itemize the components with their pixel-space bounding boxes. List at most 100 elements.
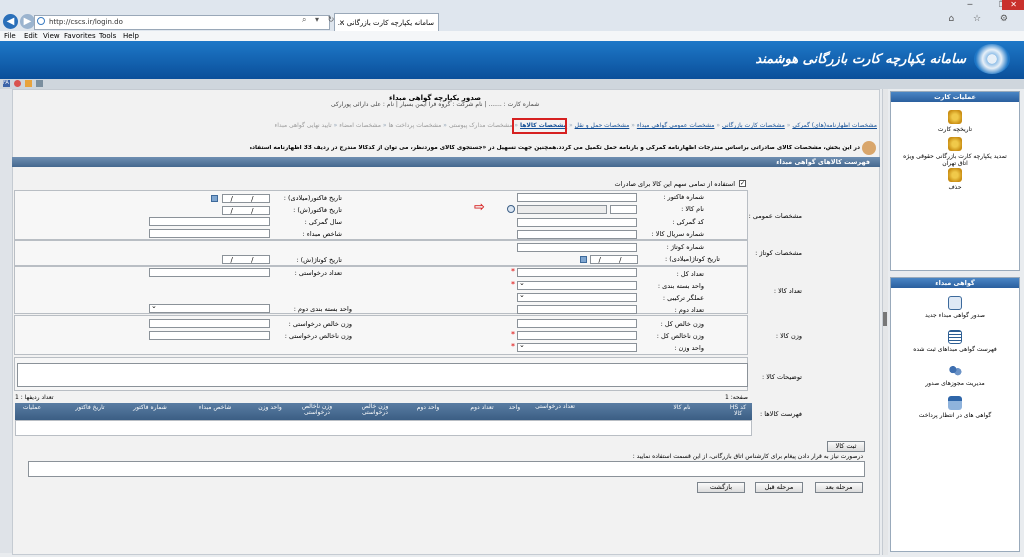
cotage-date-g-input[interactable]: / / bbox=[590, 255, 638, 264]
message-textarea[interactable] bbox=[28, 461, 865, 477]
composite-select[interactable] bbox=[517, 291, 637, 302]
menu-edit[interactable]: Edit bbox=[24, 32, 38, 40]
goods-code-input[interactable] bbox=[610, 205, 637, 214]
second-pack-unit-select[interactable] bbox=[149, 302, 270, 313]
invoice-no-input[interactable] bbox=[517, 193, 637, 202]
cotage-date-g-label: تاریخ کوتاژ(میلادی) : bbox=[664, 255, 720, 263]
required-mark: * bbox=[511, 280, 515, 289]
step-customs-declaration[interactable]: مشخصات اظهارنامه(های) گمرکی bbox=[792, 122, 877, 129]
invoice-date-s-input[interactable]: / / bbox=[222, 206, 270, 215]
sidebar-item-label: تمدید یکپارچه کارت بازرگانی حقوقی ویژه ا… bbox=[903, 153, 1007, 167]
description-textarea[interactable] bbox=[17, 363, 748, 387]
cotage-no-input[interactable] bbox=[517, 243, 637, 252]
col-gross-requested: وزن خالص درخواستی bbox=[361, 403, 389, 416]
gross-weight-label: وزن خالص کل : bbox=[660, 320, 704, 328]
goods-name-label: نام کالا : bbox=[681, 205, 704, 213]
list-icon bbox=[948, 330, 962, 344]
customs-code-input[interactable] bbox=[517, 218, 637, 227]
col-net-requested: وزن ناخالص درخواستی bbox=[301, 403, 333, 416]
gross-requested-input[interactable] bbox=[149, 319, 270, 328]
net-weight-input[interactable] bbox=[517, 331, 637, 340]
users-icon bbox=[948, 364, 962, 378]
cotage-date-s-input[interactable]: / / bbox=[222, 255, 270, 264]
net-requested-label: وزن ناخالص درخواستی : bbox=[284, 332, 352, 340]
customs-year-input[interactable] bbox=[149, 217, 270, 226]
origin-index-input[interactable] bbox=[149, 229, 270, 238]
prev-step-button[interactable]: مرحله قبل bbox=[755, 482, 803, 493]
invoice-date-g-input[interactable]: / / bbox=[222, 194, 270, 203]
sidebar-item-label: فهرست گواهی مبداهای ثبت شده bbox=[913, 346, 997, 353]
list-group-label: فهرست کالاها : bbox=[759, 410, 802, 418]
col-invoice-no: شماره فاکتور bbox=[133, 404, 167, 411]
origin-index-label: شاخص مبداء : bbox=[302, 230, 342, 238]
sidebar-item-delete[interactable]: حذف bbox=[891, 168, 1019, 191]
grid-page-label: صفحه: 1 bbox=[725, 394, 748, 401]
card-icon bbox=[948, 396, 962, 410]
calendar-icon[interactable] bbox=[580, 256, 587, 263]
sidebar-item-card-history[interactable]: تاریخچه کارت bbox=[891, 110, 1019, 133]
menu-help[interactable]: Help bbox=[123, 32, 139, 40]
section-title: فهرست کالاهای گواهی مبداء bbox=[776, 158, 870, 166]
cotage-no-label: شماره کوتاژ : bbox=[666, 243, 704, 251]
origin-certificate-panel: گواهی مبداء صدور گواهی مبداء جدید فهرست … bbox=[890, 277, 1020, 552]
browser-tab[interactable]: سامانه یکپارچه کارت بازرگانی ... ✕ bbox=[334, 13, 439, 32]
next-step-button[interactable]: مرحله بعد bbox=[815, 482, 863, 493]
gross-weight-input[interactable] bbox=[517, 319, 637, 328]
weight-group bbox=[14, 315, 748, 355]
quota-checkbox[interactable]: ✓ bbox=[739, 180, 746, 187]
home-icon[interactable] bbox=[25, 80, 32, 87]
requested-count-input[interactable] bbox=[149, 268, 270, 277]
exit-icon[interactable] bbox=[14, 80, 21, 87]
user-avatar-icon bbox=[862, 141, 876, 155]
col-second-count: تعداد دوم bbox=[470, 404, 494, 411]
calendar-icon[interactable] bbox=[211, 195, 218, 202]
address-actions[interactable]: ⌕ ▾ ↻ bbox=[302, 15, 337, 25]
origin-certificate-header: گواهی مبداء bbox=[891, 278, 1019, 288]
section-header: فهرست کالاهای گواهی مبداء bbox=[12, 157, 880, 167]
search-goods-icon[interactable] bbox=[507, 205, 515, 213]
splitter-grip-icon[interactable] bbox=[883, 312, 887, 326]
step-transport[interactable]: مشخصات حمل و نقل bbox=[575, 122, 630, 129]
site-logo-icon bbox=[974, 44, 1010, 74]
menu-view[interactable]: View bbox=[43, 32, 60, 40]
total-count-input[interactable] bbox=[517, 268, 637, 277]
second-count-input[interactable] bbox=[517, 305, 637, 314]
sidebar-item-certificate-list[interactable]: فهرست گواهی مبداهای ثبت شده bbox=[891, 330, 1019, 353]
col-weight-unit: واحد وزن bbox=[258, 404, 282, 411]
menu-tools[interactable]: Tools bbox=[99, 32, 116, 40]
sidebar-item-renew-card[interactable]: تمدید یکپارچه کارت بازرگانی حقوقی ویژه ا… bbox=[891, 137, 1019, 167]
menu-favorites[interactable]: Favorites bbox=[64, 32, 96, 40]
menu-bar bbox=[0, 31, 1024, 41]
gross-requested-label: وزن خالص درخواستی : bbox=[288, 320, 352, 328]
serial-no-input[interactable] bbox=[517, 230, 637, 239]
sidebar-item-permit-management[interactable]: مدیریت مجوزهای صدور bbox=[891, 364, 1019, 387]
pack-unit-select[interactable] bbox=[517, 279, 637, 290]
grid-rows-label: تعداد ردیفها : 1 bbox=[15, 394, 54, 401]
col-unit: واحد bbox=[508, 404, 521, 411]
invoice-no-label: شماره فاکتور : bbox=[663, 193, 704, 201]
menu-file[interactable]: File bbox=[4, 32, 16, 40]
net-weight-label: وزن ناخالص کل : bbox=[656, 332, 704, 340]
steps-bar: مشخصات اظهارنامه(های) گمرکی « مشخصات کار… bbox=[274, 122, 877, 129]
sidebar-item-label: مدیریت مجوزهای صدور bbox=[925, 380, 985, 387]
step-final-approval: تایید نهایی گواهی مبداء bbox=[274, 122, 332, 129]
address-bar[interactable]: http://cscs.ir/login.do bbox=[34, 15, 330, 30]
forward-icon[interactable]: ▶ bbox=[20, 14, 35, 29]
col-requested-count: تعداد درخواستی bbox=[535, 403, 575, 410]
step-general-info[interactable]: مشخصات عمومی گواهی مبداء bbox=[637, 122, 715, 129]
general-group bbox=[14, 190, 748, 240]
sidebar-item-pending-payment[interactable]: گواهی های در انتظار پرداخت bbox=[891, 396, 1019, 419]
close-tab-icon[interactable]: ✕ bbox=[339, 19, 345, 27]
browser-tools[interactable]: ⌂ ☆ ⚙ bbox=[948, 14, 1016, 24]
back-icon[interactable]: ◀ bbox=[3, 14, 18, 29]
register-goods-button[interactable]: ثبت کالا bbox=[827, 441, 865, 452]
col-hs-code: کد HS کالا bbox=[729, 404, 747, 417]
help-icon[interactable] bbox=[36, 80, 43, 87]
net-requested-input[interactable] bbox=[149, 331, 270, 340]
language-icon[interactable]: FA bbox=[3, 80, 10, 87]
col-operations: عملیات bbox=[22, 404, 42, 411]
weight-unit-select[interactable] bbox=[517, 341, 637, 352]
back-button[interactable]: بازگشت bbox=[697, 482, 745, 493]
sidebar-item-new-certificate[interactable]: صدور گواهی مبداء جدید bbox=[891, 296, 1019, 319]
step-commercial-card[interactable]: مشخصات کارت بازرگانی bbox=[722, 122, 785, 129]
